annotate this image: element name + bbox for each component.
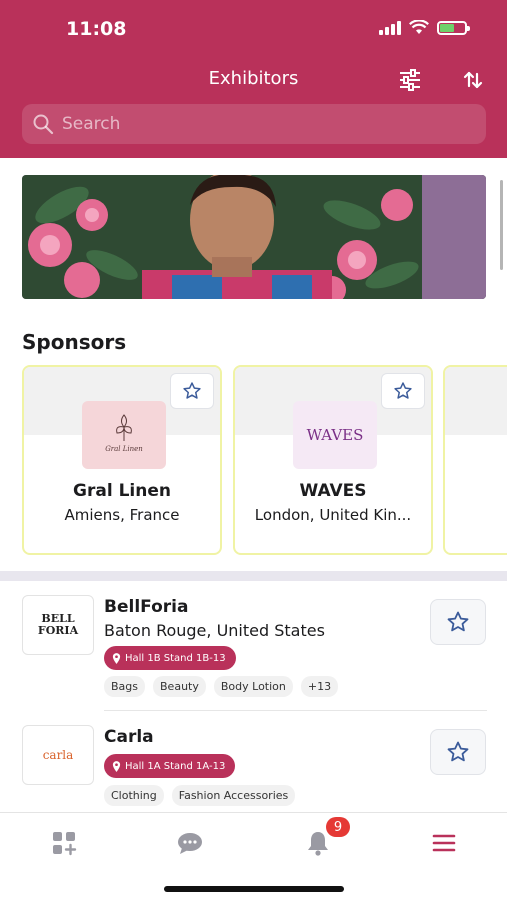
tab-menu[interactable] xyxy=(428,827,460,859)
search-input[interactable]: Search xyxy=(22,104,486,144)
exhibitor-logo-text: BELL FORIA xyxy=(37,612,79,637)
star-icon xyxy=(394,382,412,399)
sponsor-name: Gral Linen xyxy=(73,481,171,501)
status-icons xyxy=(379,20,470,35)
section-divider xyxy=(0,571,507,581)
home-indicator xyxy=(164,886,344,892)
sponsor-logo: WAVES xyxy=(293,401,377,469)
sponsor-logo-text: WAVES xyxy=(306,426,364,444)
hamburger-menu-icon xyxy=(432,834,456,852)
sort-button[interactable] xyxy=(459,66,487,94)
banner-image xyxy=(22,175,486,299)
exhibitor-location: Baton Rouge, United States xyxy=(104,621,325,640)
tag: Body Lotion xyxy=(213,676,293,697)
exhibitor-logo: carla xyxy=(22,725,94,785)
tag-more-count: +13 xyxy=(300,676,339,697)
sponsor-location: Amiens, France xyxy=(64,506,180,524)
filter-button[interactable] xyxy=(396,66,424,94)
star-icon xyxy=(183,382,201,399)
search-icon xyxy=(33,114,54,135)
tag: Clothing xyxy=(104,785,164,806)
grid-plus-icon xyxy=(53,832,77,856)
stand-label: Hall 1A Stand 1A-13 xyxy=(125,760,226,772)
star-icon xyxy=(447,741,469,762)
sponsor-card-partial[interactable] xyxy=(443,365,507,555)
stand-badge[interactable]: Hall 1A Stand 1A-13 xyxy=(104,754,236,778)
favorite-button[interactable] xyxy=(170,373,214,409)
exhibitor-logo: BELL FORIA xyxy=(22,595,94,655)
sort-arrows-icon xyxy=(463,71,483,89)
app-header: 11:08 Exhibitors Search xyxy=(0,0,507,158)
tag-list: Bags Beauty Body Lotion +13 xyxy=(104,676,339,697)
tag: Beauty xyxy=(153,676,206,697)
chat-bubble-icon xyxy=(178,833,202,854)
favorite-button[interactable] xyxy=(430,599,486,645)
sponsor-name: WAVES xyxy=(299,481,367,501)
sponsor-card[interactable]: WAVES WAVES London, United Kin... xyxy=(233,365,433,555)
exhibitor-logo-text: carla xyxy=(42,748,74,762)
list-item[interactable]: carla Carla Hall 1A Stand 1A-13 Clothing… xyxy=(0,725,507,810)
stand-label: Hall 1B Stand 1B-13 xyxy=(125,652,226,664)
favorite-button[interactable] xyxy=(430,729,486,775)
location-pin-icon xyxy=(112,760,121,772)
sponsor-logo: Gral Linen xyxy=(82,401,166,469)
sponsor-location: London, United Kin... xyxy=(254,506,412,524)
notification-badge: 9 xyxy=(326,817,350,837)
stand-badge[interactable]: Hall 1B Stand 1B-13 xyxy=(104,646,236,670)
list-item[interactable]: BELL FORIA BellForia Baton Rouge, United… xyxy=(0,595,507,711)
search-placeholder: Search xyxy=(62,114,121,134)
row-divider xyxy=(104,710,487,711)
svg-text:Gral Linen: Gral Linen xyxy=(105,445,143,453)
page-title: Exhibitors xyxy=(208,68,299,89)
bell-icon xyxy=(308,832,328,856)
exhibitor-name: Carla xyxy=(104,727,154,747)
tab-dashboard[interactable] xyxy=(48,827,80,859)
sponsors-heading: Sponsors xyxy=(22,330,127,354)
promo-banner[interactable] xyxy=(22,175,486,299)
tab-messages[interactable] xyxy=(174,827,206,859)
tag: Bags xyxy=(104,676,146,697)
location-pin-icon xyxy=(112,652,121,664)
favorite-button[interactable] xyxy=(381,373,425,409)
status-time: 11:08 xyxy=(66,18,127,40)
sponsor-card[interactable]: Gral Linen Gral Linen Amiens, France xyxy=(22,365,222,555)
sponsor-logo-image: Gral Linen xyxy=(105,414,143,453)
wifi-icon xyxy=(409,20,429,34)
exhibitor-name: BellForia xyxy=(104,597,189,617)
battery-icon xyxy=(437,20,470,35)
sliders-icon xyxy=(400,69,420,91)
star-icon xyxy=(447,611,469,632)
tag: Fashion Accessories xyxy=(171,785,296,806)
cellular-signal-icon xyxy=(379,20,401,35)
scroll-indicator xyxy=(500,180,503,270)
tag-list: Clothing Fashion Accessories xyxy=(104,785,296,806)
